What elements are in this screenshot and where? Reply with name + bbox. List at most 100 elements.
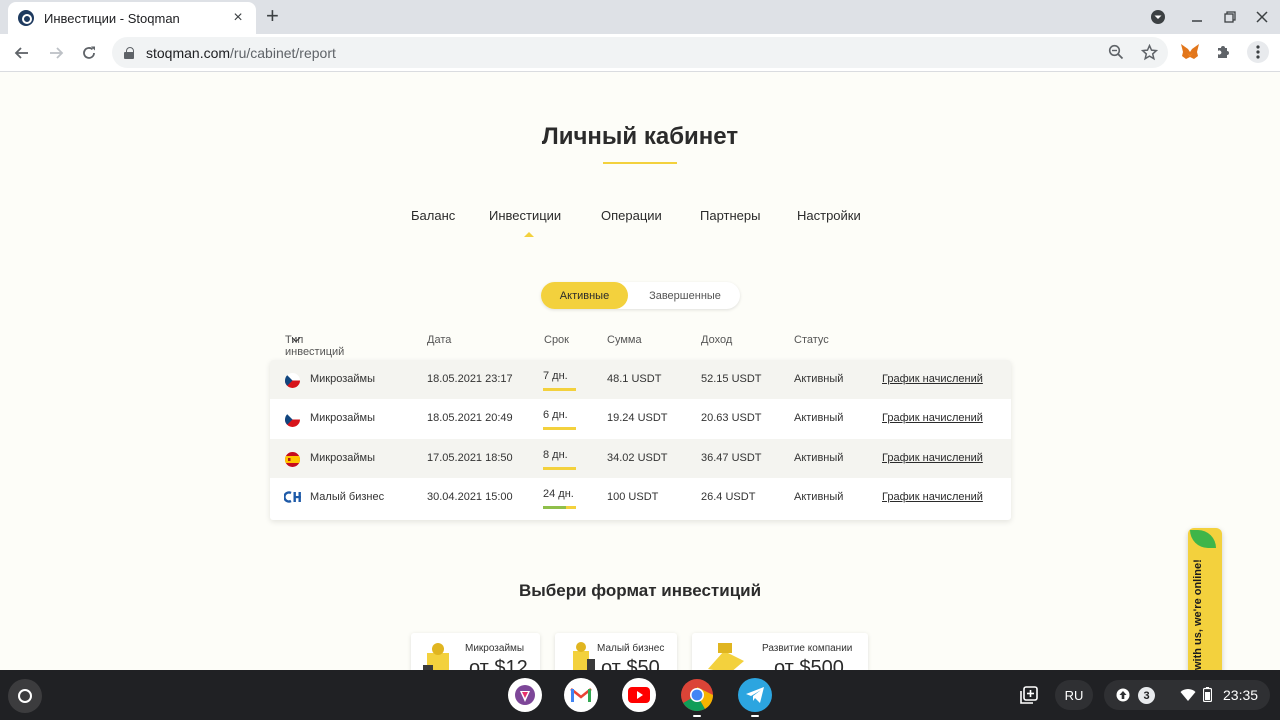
url-host: stoqman.com [146,44,231,61]
format-card-amount: от $50 [601,657,660,670]
leaf-icon [1190,530,1216,548]
wifi-icon [1180,688,1196,705]
restore-icon[interactable] [1219,6,1241,28]
bookmark-star-icon[interactable] [1139,42,1159,62]
page-title: Личный кабинет [0,123,1280,151]
row-type: Микрозаймы [310,412,376,424]
chrome-running-indicator [693,715,701,717]
nav-investments[interactable]: Инвестиции [489,208,561,223]
tor-app-icon[interactable] [508,678,542,712]
formats-title: Выбери формат инвестиций [518,581,762,600]
row-type: Микрозаймы [310,373,376,385]
format-card-microloans[interactable]: Микрозаймы от $12 [411,633,540,670]
accrual-schedule-link[interactable]: График начислений [882,452,983,464]
spain-flag-icon [285,452,300,467]
close-window-icon[interactable] [1251,6,1273,28]
nav-balance[interactable]: Баланс [411,208,455,223]
table-row: Микрозаймы 17.05.2021 18:50 8 дн. 34.02 … [270,439,1011,478]
browser-menu-icon[interactable] [1247,41,1269,63]
chat-widget[interactable]: with us, we're online! [1188,528,1222,670]
holding-space-icon[interactable] [1014,680,1044,710]
format-card-amount: от $500 [774,657,844,670]
row-income: 52.15 USDT [701,373,762,385]
row-term: 6 дн. [543,409,568,421]
page-title-bold: Личный [541,123,638,150]
filter-completed-button[interactable]: Завершенные [633,282,737,309]
accrual-schedule-link[interactable]: График начислений [882,373,983,385]
address-bar[interactable]: stoqman.com/ru/cabinet/report [112,37,1168,68]
battery-icon [1202,687,1213,705]
active-nav-indicator [524,232,534,237]
row-amount: 34.02 USDT [607,452,668,464]
investments-table: Микрозаймы 18.05.2021 23:17 7 дн. 48.1 U… [270,360,1011,520]
url-path: /ru/cabinet/report [230,44,336,61]
accrual-schedule-link[interactable]: График начислений [882,412,983,424]
row-term: 8 дн. [543,449,568,461]
term-progress-bar [543,427,576,430]
metamask-extension-icon[interactable] [1180,42,1200,62]
telegram-running-indicator [751,715,759,717]
format-card-label: Развитие компании [762,643,853,654]
col-type-dropdown[interactable]: Тип инвестиций [285,333,344,358]
accrual-schedule-link[interactable]: График начислений [882,491,983,503]
term-progress-bar [543,506,576,509]
status-filter-toggle: Активные Завершенные [541,282,740,309]
format-card-company-growth[interactable]: Развитие компании от $500 [692,633,868,670]
row-income: 20.63 USDT [701,412,762,424]
row-amount: 19.24 USDT [607,412,668,424]
tab-strip: Инвестиции - Stoqman × + [0,0,1280,34]
clock-time: 23:35 [1223,687,1259,703]
telegram-app-icon[interactable] [738,678,772,712]
tab-search-icon[interactable] [1147,6,1169,28]
zoom-icon[interactable] [1106,42,1126,62]
row-status: Активный [794,412,844,424]
launcher-button[interactable] [8,679,42,713]
table-row: Микрозаймы 18.05.2021 23:17 7 дн. 48.1 U… [270,360,1011,399]
format-card-small-business[interactable]: Малый бизнес от $50 [555,633,677,670]
format-card-label: Малый бизнес [597,643,665,654]
row-term: 24 дн. [543,488,574,500]
small-business-logo-icon [283,491,302,506]
reload-icon[interactable] [76,40,102,66]
company-growth-illustration-icon [708,643,744,670]
status-tray[interactable]: 3 23:35 [1104,680,1270,710]
notification-count-badge: 3 [1138,687,1155,704]
tab-title: Инвестиции - Stoqman [44,10,180,26]
table-row: Микрозаймы 18.05.2021 20:49 6 дн. 19.24 … [270,399,1011,438]
minimize-icon[interactable] [1186,6,1208,28]
gmail-app-icon[interactable] [564,678,598,712]
youtube-app-icon[interactable] [622,678,656,712]
col-status: Статус [794,334,829,346]
chrome-app-icon[interactable] [680,678,714,712]
nav-partners[interactable]: Партнеры [700,208,760,223]
row-date: 30.04.2021 15:00 [427,491,513,503]
stoqman-favicon-icon [18,10,34,26]
back-arrow-icon[interactable] [9,40,35,66]
row-amount: 100 USDT [607,491,659,503]
row-date: 17.05.2021 18:50 [427,452,513,464]
input-method-indicator[interactable]: RU [1055,680,1093,710]
new-tab-button[interactable]: + [266,4,279,28]
chat-widget-text: with us, we're online! [1192,559,1204,670]
row-date: 18.05.2021 23:17 [427,373,513,385]
row-date: 18.05.2021 20:49 [427,412,513,424]
nav-operations[interactable]: Операции [601,208,662,223]
tab-close-icon[interactable]: × [230,9,246,27]
col-term: Срок [544,334,569,346]
row-amount: 48.1 USDT [607,373,662,385]
col-date: Дата [427,334,452,346]
nav-settings[interactable]: Настройки [797,208,861,223]
forward-arrow-icon[interactable] [43,40,69,66]
browser-tab[interactable]: Инвестиции - Stoqman × [8,2,256,34]
microloans-illustration-icon [423,643,449,670]
czech-flag-icon [285,412,300,427]
lock-icon[interactable] [124,46,134,59]
page-content: Личный кабинет Баланс Инвестиции Операци… [0,73,1280,670]
extensions-puzzle-icon[interactable] [1213,42,1233,62]
row-status: Активный [794,373,844,385]
os-shelf: RU 3 23:35 [0,670,1280,720]
row-status: Активный [794,491,844,503]
filter-active-button[interactable]: Активные [541,282,628,309]
row-status: Активный [794,452,844,464]
launcher-circle-icon [18,689,32,703]
